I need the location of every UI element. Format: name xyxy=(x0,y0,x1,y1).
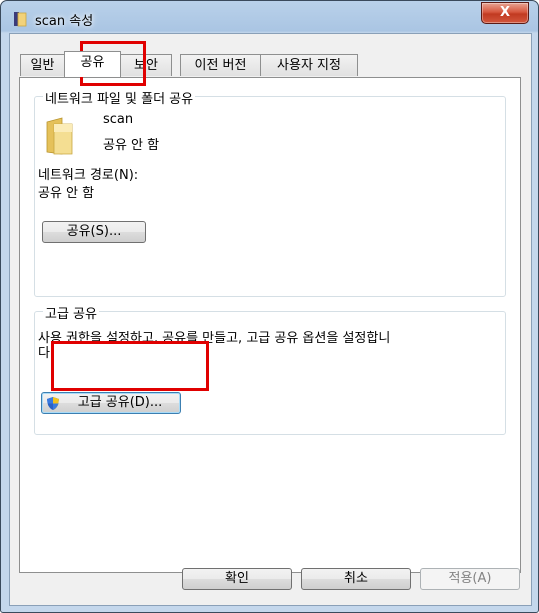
tab-security[interactable]: 보안 xyxy=(120,54,172,76)
window-title: scan 속성 xyxy=(35,14,94,29)
advanced-share-description-line2: 다. xyxy=(38,346,55,361)
title-bar[interactable]: scan 속성 X xyxy=(1,1,538,33)
network-share-legend: 네트워크 파일 및 폴더 공유 xyxy=(43,88,196,107)
advanced-share-description-line1: 사용 권한을 설정하고, 공유를 만들고, 고급 공유 옵션을 설정합니 xyxy=(38,331,391,346)
advanced-share-group: 고급 공유 사용 권한을 설정하고, 공유를 만들고, 고급 공유 옵션을 설정… xyxy=(34,303,506,435)
dialog-client-area: 일반 공유 보안 이전 버전 사용자 지정 네트워크 파일 및 폴더 공유 sc… xyxy=(9,33,532,606)
advanced-share-legend: 고급 공유 xyxy=(43,303,99,322)
tab-sharing[interactable]: 공유 xyxy=(64,51,121,77)
advanced-share-button-label: 고급 공유(D)... xyxy=(77,395,163,410)
properties-window: scan 속성 X 일반 공유 보안 이전 버전 사용자 지정 네트워크 파일 … xyxy=(0,0,539,613)
share-button[interactable]: 공유(S)... xyxy=(42,221,146,243)
tab-customize[interactable]: 사용자 지정 xyxy=(260,54,358,76)
shared-folder-icon xyxy=(46,117,73,155)
apply-button[interactable]: 적용(A) xyxy=(420,568,520,590)
folder-icon xyxy=(14,12,27,27)
tab-bar: 일반 공유 보안 이전 버전 사용자 지정 xyxy=(20,51,520,78)
close-button[interactable]: X xyxy=(481,2,529,24)
advanced-share-button[interactable]: 고급 공유(D)... xyxy=(41,392,181,414)
sharing-tab-panel: 네트워크 파일 및 폴더 공유 scan 공유 안 함 네트워크 경로(N): … xyxy=(19,77,521,573)
cancel-button[interactable]: 취소 xyxy=(301,568,411,590)
network-share-group: 네트워크 파일 및 폴더 공유 scan 공유 안 함 네트워크 경로(N): … xyxy=(34,88,506,297)
folder-share-status: 공유 안 함 xyxy=(103,138,160,153)
tab-general[interactable]: 일반 xyxy=(20,54,65,76)
uac-shield-icon xyxy=(47,397,59,410)
network-path-label: 네트워크 경로(N): xyxy=(38,168,139,183)
ok-button[interactable]: 확인 xyxy=(182,568,292,590)
network-path-value: 공유 안 함 xyxy=(38,186,95,201)
close-icon: X xyxy=(499,5,511,20)
folder-name: scan xyxy=(103,112,134,127)
tab-previous-versions[interactable]: 이전 버전 xyxy=(180,54,261,76)
